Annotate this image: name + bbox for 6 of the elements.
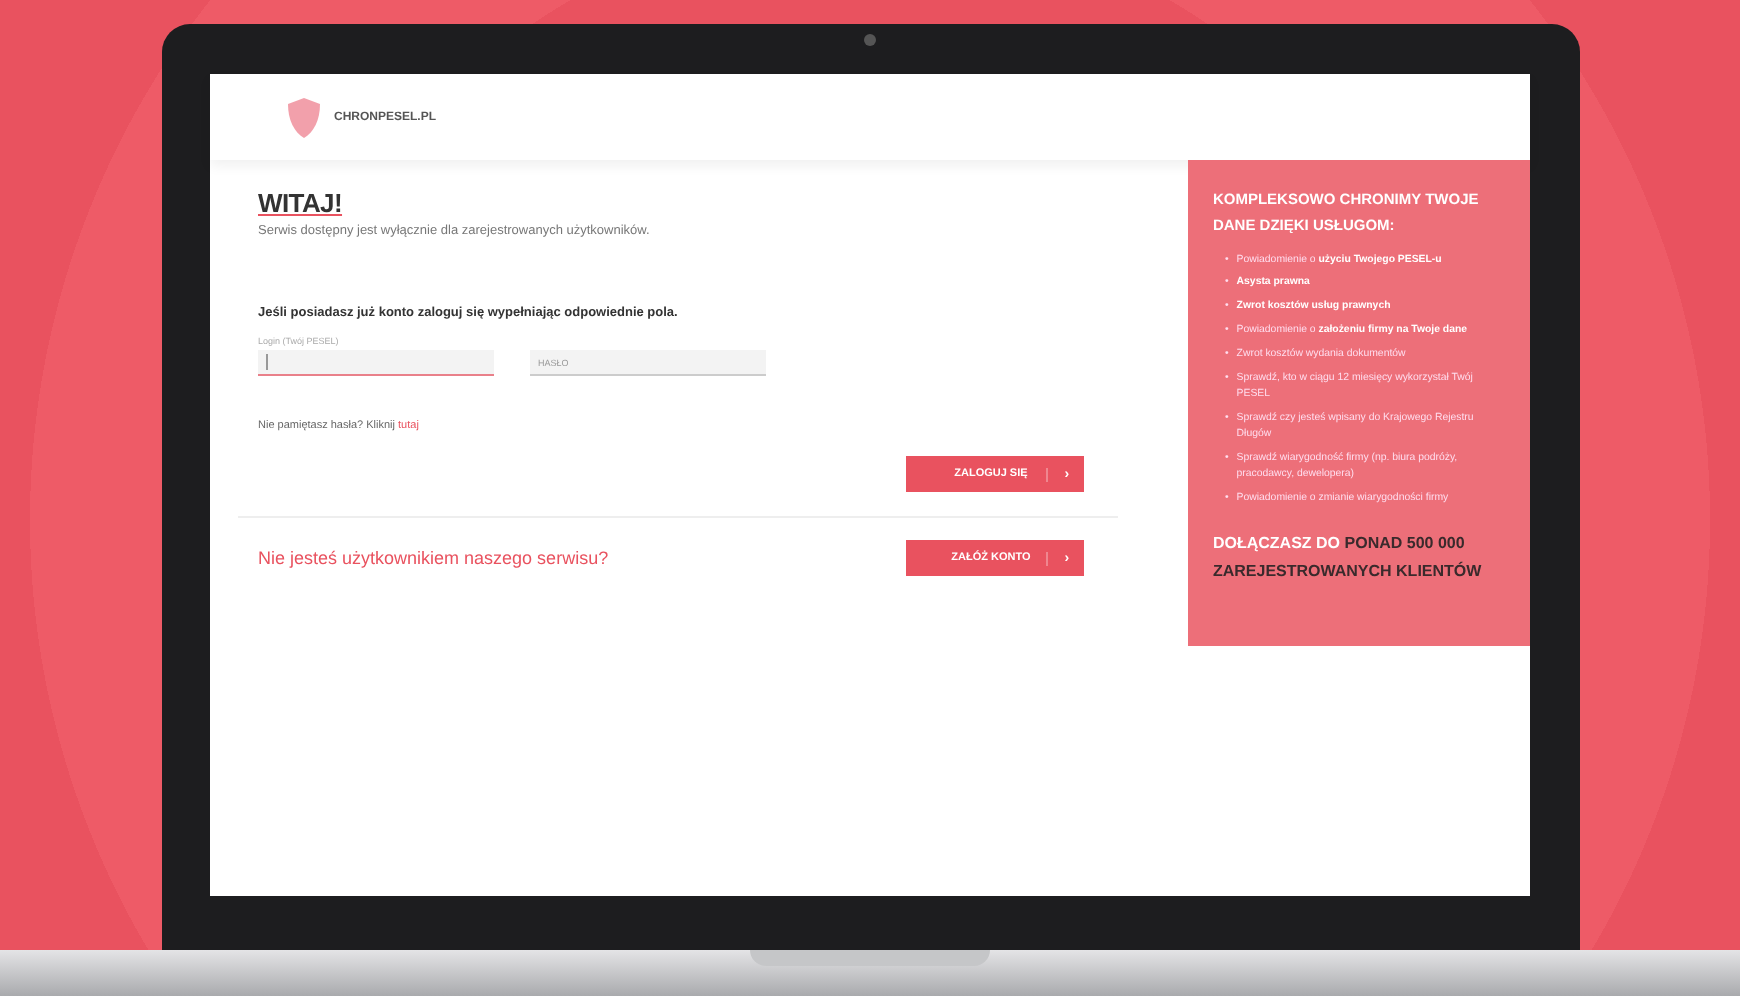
- page-heading: WITAJ!: [258, 188, 345, 218]
- camera-icon: [864, 34, 876, 46]
- shield-icon: [286, 97, 322, 137]
- login-field[interactable]: [258, 350, 494, 376]
- panel-footer: DOŁĄCZASZ DO PONAD 500 000 ZAREJESTROWANYCH KLIENTÓW: [1212, 530, 1506, 585]
- register-question: Nie jesteś użytkownikiem naszego serwisu?: [258, 548, 609, 568]
